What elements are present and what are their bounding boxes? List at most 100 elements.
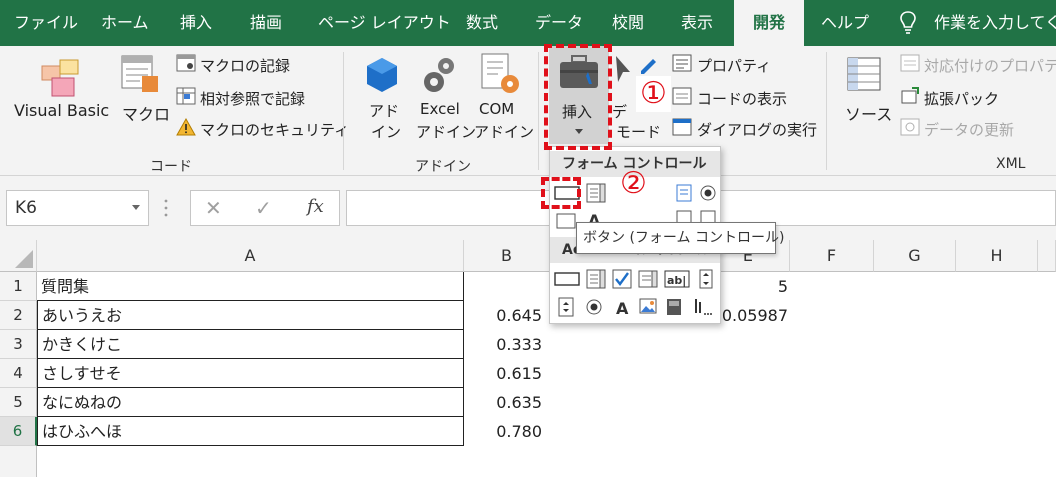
formula-bar: K6 ✕ ✓ fx [0,176,1056,240]
expansion-pack-button[interactable]: 拡張パック [924,88,999,109]
cell-b6[interactable]: 0.780 [464,417,546,446]
design-mode-label-2[interactable]: モード [616,121,661,142]
select-all-corner[interactable] [0,240,37,272]
activex-label-icon[interactable]: A [612,297,632,317]
tab-file[interactable]: ファイル [14,0,78,46]
cell-a5[interactable]: なにぬねの [37,388,464,417]
relative-reference-button[interactable]: 相対参照で記録 [200,88,305,109]
macro-security-button[interactable]: マクロのセキュリティ [200,119,349,140]
spreadsheet-grid: A B E F G H 1 2 3 4 5 6 質問集 あいうえお かきくけこ … [0,240,1056,477]
name-box[interactable]: K6 [6,190,149,226]
excel-addin-label-1[interactable]: Excel [420,100,460,118]
cell-b2[interactable]: 0.645 [464,301,546,330]
addin-label-2[interactable]: イン [371,121,401,142]
activex-spin-button-icon[interactable] [556,297,576,317]
cell-a4[interactable]: さしすせそ [37,359,464,388]
map-properties-icon [900,54,920,72]
properties-button[interactable]: プロパティ [697,55,771,76]
cell-b3[interactable]: 0.333 [464,330,546,359]
row-header-1[interactable]: 1 [0,272,37,301]
combo-box-control-icon[interactable] [586,183,606,203]
visual-basic-button[interactable]: Visual Basic [14,101,109,120]
group-box-control-icon[interactable] [556,209,576,229]
tab-home[interactable]: ホーム [101,0,149,46]
list-box-control-icon[interactable] [674,183,694,203]
chevron-down-icon[interactable] [132,205,140,211]
excel-addin-label-2[interactable]: アドイン [416,121,476,142]
xml-group-label: XML [996,156,1026,172]
row-header-3[interactable]: 3 [0,330,37,359]
select-all-triangle-icon [15,250,33,268]
cell-a1[interactable]: 質問集 [37,272,464,301]
tab-review[interactable]: 校閲 [612,0,644,46]
com-addin-label-1[interactable]: COM [479,100,514,118]
activex-list-box-icon[interactable] [638,269,658,289]
ribbon-tab-bar: ファイル ホーム 挿入 描画 ページ レイアウト 数式 データ 校閲 表示 開発… [0,0,1056,46]
row-header-4[interactable]: 4 [0,359,37,388]
tab-insert[interactable]: 挿入 [180,0,212,46]
row-header-2[interactable]: 2 [0,301,37,330]
activex-combo-box-icon[interactable] [586,269,606,289]
activex-text-box-icon[interactable]: ab| [664,269,690,289]
group-separator [343,52,344,170]
column-header-b[interactable]: B [464,240,550,272]
cell-a3[interactable]: かきくけこ [37,330,464,359]
column-header-g[interactable]: G [874,240,956,272]
column-header-f[interactable]: F [790,240,874,272]
macro-button[interactable]: マクロ [122,101,170,125]
record-macro-icon [176,54,196,72]
tab-help[interactable]: ヘルプ [821,0,869,46]
properties-icon [672,54,692,72]
view-code-button[interactable]: コードの表示 [697,88,787,109]
tab-draw[interactable]: 描画 [250,0,282,46]
row-header-6[interactable]: 6 [0,417,37,446]
design-mode-label-1[interactable]: デ [612,101,627,122]
activex-checkbox-icon[interactable] [612,269,632,289]
com-addin-label-2[interactable]: アドイン [474,121,534,142]
row-header-7[interactable] [0,446,37,477]
button-tooltip: ボタン (フォーム コントロール) [576,222,784,254]
column-header-next[interactable] [1038,240,1056,272]
tab-page-layout[interactable]: ページ レイアウト [318,0,451,46]
cell-a6[interactable]: はひふへほ [37,417,464,446]
xml-source-button[interactable]: ソース [845,101,892,125]
activex-image-icon[interactable] [638,297,658,317]
addin-icon [367,58,397,92]
cell-a2[interactable]: あいうえお [37,301,464,330]
activex-button-icon[interactable] [554,269,580,289]
cancel-icon[interactable]: ✕ [205,196,222,220]
code-group-label: コード [150,159,192,175]
excel-addin-gear-icon [424,58,454,92]
insert-function-icon[interactable]: fx [307,196,324,217]
tab-view[interactable]: 表示 [681,0,713,46]
com-addin-icon [481,53,519,93]
check-icon[interactable]: ✓ [255,196,272,220]
tab-formulas[interactable]: 数式 [466,0,498,46]
activex-option-button-icon[interactable] [584,297,604,317]
record-macro-button[interactable]: マクロの記録 [200,55,290,76]
tab-developer[interactable]: 開発 [734,0,804,46]
svg-text:ab|: ab| [667,274,686,287]
cell-b5[interactable]: 0.635 [464,388,546,417]
drag-handle-icon[interactable] [164,198,168,218]
activex-scroll-bar-icon[interactable] [696,269,716,289]
formula-controls: ✕ ✓ fx [190,190,340,226]
warning-icon [176,118,196,136]
addins-group-label: アドイン [415,159,471,175]
run-dialog-icon [672,118,692,136]
pencil-icon [641,59,656,74]
more-controls-icon[interactable] [692,297,712,317]
option-button-control-icon[interactable] [698,183,718,203]
column-header-h[interactable]: H [956,240,1038,272]
cell-b4[interactable]: 0.615 [464,359,546,388]
run-dialog-button[interactable]: ダイアログの実行 [697,119,817,140]
addin-label-1[interactable]: アド [369,100,399,121]
row-header-5[interactable]: 5 [0,388,37,417]
column-header-a[interactable]: A [37,240,464,272]
tell-me-search[interactable]: 作業を入力してくだ [934,0,1056,46]
visual-basic-icon [41,59,79,97]
name-box-value: K6 [15,198,37,218]
activex-toggle-button-icon[interactable] [664,297,684,317]
expansion-pack-icon [901,87,919,104]
tab-data[interactable]: データ [535,0,583,46]
